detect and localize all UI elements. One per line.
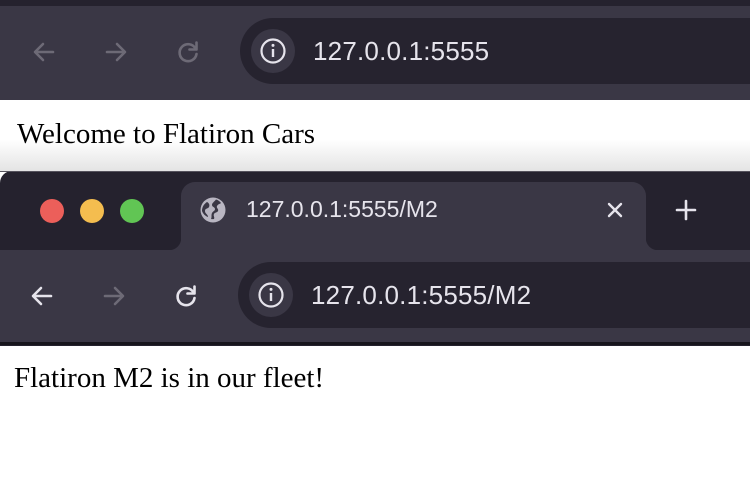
page-text: Flatiron M2 is in our fleet! [14,362,325,394]
site-info-button[interactable] [249,273,293,317]
window-zoom-button[interactable] [120,199,144,223]
info-icon [260,38,286,64]
tab-close-button[interactable] [602,197,628,223]
forward-button[interactable] [101,37,131,67]
window-minimize-button[interactable] [80,199,104,223]
reload-icon [176,285,196,307]
forward-button[interactable] [99,281,129,311]
globe-icon [199,196,227,224]
reload-button[interactable] [173,37,203,67]
back-arrow-icon [31,286,53,306]
url-text: 127.0.0.1:5555/M2 [311,279,532,310]
tab-title: 127.0.0.1:5555/M2 [246,196,438,222]
window-close-button[interactable] [40,199,64,223]
url-text: 127.0.0.1:5555 [313,35,490,66]
browser-frame-edge [0,0,750,6]
forward-arrow-icon [103,286,125,306]
page-text: Welcome to Flatiron Cars [17,118,316,150]
back-button[interactable] [27,281,57,311]
back-arrow-icon [33,42,55,62]
forward-arrow-icon [105,42,127,62]
reload-icon [178,41,198,63]
plus-icon [675,199,697,221]
tab-flare-left [169,238,181,250]
address-bar[interactable]: 127.0.0.1:5555 [240,18,750,84]
toolbar-divider [0,342,750,345]
site-info-button[interactable] [251,29,295,73]
back-button[interactable] [29,37,59,67]
info-icon [258,282,284,308]
frame-highlight [0,171,750,172]
tab-flare-right [646,238,658,250]
address-bar[interactable]: 127.0.0.1:5555/M2 [238,262,750,328]
new-tab-button[interactable] [672,196,700,224]
reload-button[interactable] [171,281,201,311]
close-icon [607,202,623,218]
